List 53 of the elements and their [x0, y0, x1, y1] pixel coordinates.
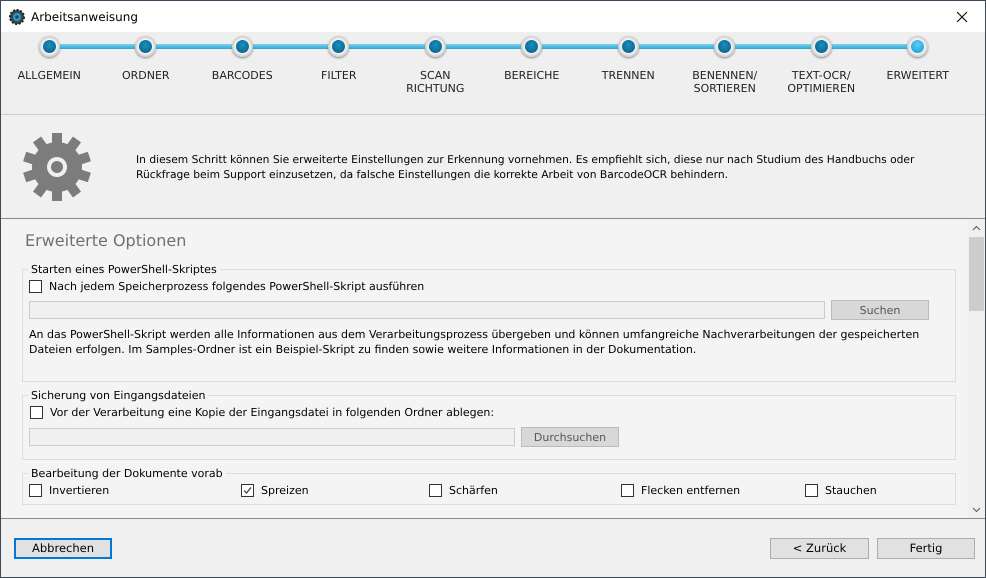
step-label: BEREICHE — [503, 69, 560, 82]
step-label: BARCODES — [210, 69, 274, 82]
step-marker[interactable] — [135, 36, 156, 57]
checkbox-label: Invertieren — [49, 484, 110, 497]
scroll-up-icon[interactable] — [972, 224, 981, 233]
cancel-button[interactable]: Abbrechen — [14, 538, 112, 558]
step-label: ALLGEMEIN — [16, 69, 82, 82]
finish-button[interactable]: Fertig — [877, 538, 975, 558]
checkbox[interactable] — [241, 484, 254, 497]
scroll-down-icon[interactable] — [972, 505, 981, 514]
gear-icon — [23, 132, 91, 200]
checkbox[interactable] — [30, 406, 43, 419]
path-field[interactable] — [29, 428, 515, 446]
checkbox-label: Nach jedem Speicherprozess folgendes PowerShell-Skript ausführen — [49, 280, 424, 293]
checkbox-label: Flecken entfernen — [641, 484, 740, 497]
scrollbar-thumb[interactable] — [969, 237, 984, 311]
checkbox-label: Spreizen — [261, 484, 309, 497]
section-heading: Erweiterte Optionen — [25, 231, 188, 250]
step-label: BENENNEN/ SORTIEREN — [691, 69, 758, 95]
step-label: ERWEITERT — [886, 69, 950, 82]
info-text: In diesem Schritt können Sie erweiterte Einstellungen zur Erkennung vornehmen. Es empfiehlt sich, diese nur nach Studium des Handbuchs oder Rückfrage beim Support einzusetzen, da falsche Einstellungen die korrekte Arbeit von BarcodeOCR behindern. — [136, 152, 916, 182]
checkbox[interactable] — [805, 484, 818, 497]
step-label: ORDNER — [120, 69, 171, 82]
checkbox-label: Stauchen — [825, 484, 877, 497]
step-label: FILTER — [320, 69, 358, 82]
step-label: SCAN RICHTUNG — [405, 69, 466, 95]
group-title: Starten eines PowerShell-Skriptes — [30, 263, 218, 276]
step-marker[interactable] — [907, 36, 928, 57]
checkbox-label: Schärfen — [449, 484, 498, 497]
browse-button[interactable]: Durchsuchen — [521, 427, 619, 447]
step-marker[interactable] — [38, 36, 60, 57]
checkbox[interactable] — [29, 280, 42, 293]
note-text: An das PowerShell-Skript werden alle Informationen aus dem Verarbeitungsprozess übergeben und können umfangreiche Nachverarbeitungen der gespeicherten Dateien erfolgen. Im Samples-Ordner ist ein Beispiel-Skript zu finden sowie weitere Informationen in der Dokumentation. — [29, 327, 920, 358]
checkbox[interactable] — [621, 484, 634, 497]
checkbox[interactable] — [29, 484, 42, 497]
gear-icon — [9, 8, 25, 24]
group-title: Bearbeitung der Dokumente vorab — [30, 467, 224, 480]
step-label: TRENNEN — [600, 69, 656, 82]
step-marker[interactable] — [810, 36, 832, 57]
step-marker[interactable] — [618, 36, 639, 57]
checkbox[interactable] — [429, 484, 442, 497]
step-marker[interactable] — [521, 36, 542, 57]
checkbox-label: Vor der Verarbeitung eine Kopie der Eingangsdatei in folgenden Ordner ablegen: — [50, 406, 494, 419]
step-marker[interactable] — [424, 36, 446, 57]
window-title: Arbeitsanweisung — [31, 10, 140, 24]
step-marker[interactable] — [232, 36, 253, 57]
group-title: Sicherung von Eingangsdateien — [30, 389, 206, 402]
back-button[interactable]: < Zurück — [770, 538, 869, 558]
search-button[interactable]: Suchen — [831, 300, 929, 320]
step-marker[interactable] — [328, 36, 350, 57]
step-label: TEXT-OCR/ OPTIMIEREN — [786, 69, 856, 95]
path-field[interactable] — [29, 301, 825, 319]
step-marker[interactable] — [714, 36, 736, 57]
